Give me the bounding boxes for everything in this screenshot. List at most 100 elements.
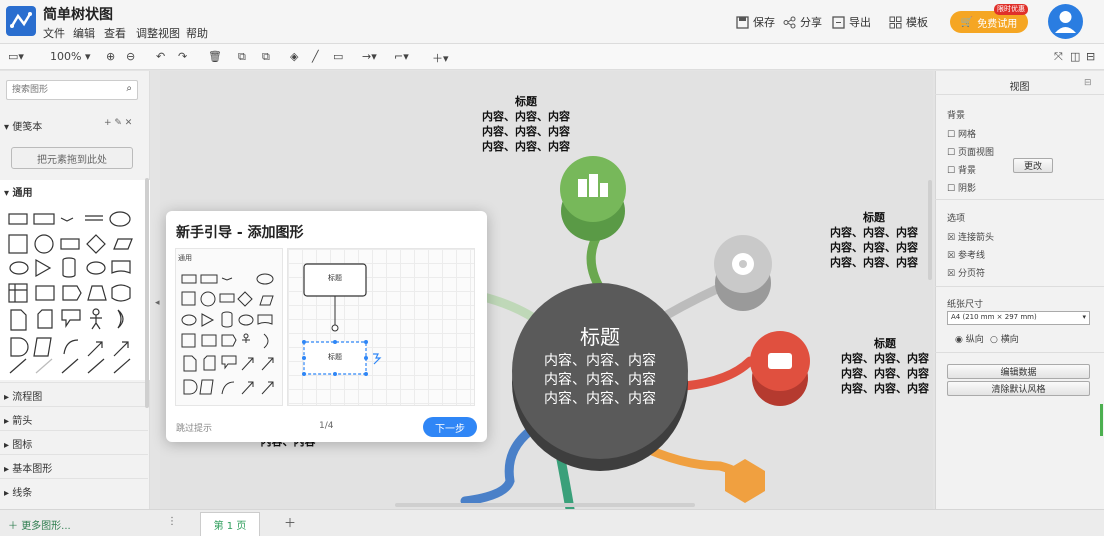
to-back-icon[interactable]: ⧉ <box>262 50 270 64</box>
option-label: 网格 <box>957 130 976 140</box>
topic-line: 内容、内容、内容 <box>482 140 570 153</box>
menu-edit[interactable]: 编辑 <box>73 25 95 41</box>
shadow-option[interactable]: ☐ 阴影 <box>947 181 976 194</box>
portrait-radio[interactable]: ◉ 纵向 <box>955 332 984 345</box>
format-panel-title: 视图 <box>1009 82 1030 93</box>
center-content-line: 内容、内容、内容 <box>544 353 656 369</box>
delete-icon[interactable]: 🗑 <box>208 50 222 63</box>
scratchpad-drop-zone[interactable]: 把元素拖到此处 <box>11 147 133 169</box>
category-icons[interactable]: ▸ 图标 <box>0 430 148 454</box>
save-button[interactable]: 保存 <box>736 14 775 30</box>
panel-toggle-icon[interactable]: ▭▾ <box>8 50 24 63</box>
export-icon <box>832 15 845 29</box>
templates-button[interactable]: 模板 <box>889 14 928 30</box>
center-content-line: 内容、内容、内容 <box>544 391 656 407</box>
section-options: 选项 <box>947 214 966 224</box>
category-label: 图标 <box>12 440 33 451</box>
page-break-option[interactable]: ☒ 分页符 <box>947 266 985 279</box>
redo-icon[interactable]: ↷ <box>178 50 187 63</box>
undo-icon[interactable]: ↶ <box>156 50 165 63</box>
zoom-value: 100% <box>50 50 82 63</box>
section-background: 背景 <box>947 111 966 121</box>
paper-size-select[interactable]: A4 (210 mm × 297 mm) ▾ <box>947 311 1090 325</box>
cart-icon: 🛒 <box>960 16 974 28</box>
zoom-in-icon[interactable]: ⊕ <box>106 50 115 63</box>
scratchpad-header[interactable]: ▾ 便笺本 <box>4 118 42 133</box>
connection-style-icon[interactable]: →▾ <box>362 50 377 63</box>
guides-option[interactable]: ☒ 参考线 <box>947 248 985 261</box>
change-background-button[interactable]: 更改 <box>1013 158 1053 173</box>
menu-adjust-view[interactable]: 调整视图 <box>136 25 180 41</box>
fullscreen-icon[interactable]: ⤧ <box>1054 50 1063 64</box>
topic-title: 标题 <box>515 95 537 108</box>
guide-next-button[interactable]: 下一步 <box>423 417 477 437</box>
demo-label-bottom: 标题 <box>328 353 342 361</box>
category-lines[interactable]: ▸ 线条 <box>0 478 148 502</box>
zoom-out-icon[interactable]: ⊖ <box>126 50 135 63</box>
fill-color-icon[interactable]: ◈ <box>290 50 298 63</box>
shape-search-input[interactable] <box>7 81 117 99</box>
option-label: 阴影 <box>957 184 976 194</box>
share-button[interactable]: 分享 <box>783 14 822 30</box>
page-tab-1[interactable]: 第 1 页 <box>200 512 260 536</box>
guide-skip[interactable]: 跳过提示 <box>176 421 212 434</box>
category-flowchart[interactable]: ▸ 流程图 <box>0 382 148 406</box>
general-header[interactable]: ▾ 通用 <box>4 184 33 199</box>
canvas-vertical-scrollbar[interactable] <box>928 180 932 280</box>
category-basic-shapes[interactable]: ▸ 基本图形 <box>0 454 148 478</box>
category-arrows[interactable]: ▸ 箭头 <box>0 406 148 430</box>
topic-line: 内容、内容、内容 <box>841 352 929 365</box>
divider <box>935 94 1104 95</box>
page-view-option[interactable]: ☐ 页面视图 <box>947 145 994 158</box>
shape-palette[interactable] <box>6 208 142 378</box>
left-panel-scrollbar[interactable] <box>145 178 149 408</box>
landscape-radio[interactable]: ○ 横向 <box>990 332 1019 345</box>
topic-top: 标题 内容、内容、内容 内容、内容、内容 内容、内容、内容 <box>474 94 578 154</box>
category-label: 箭头 <box>12 416 33 427</box>
pages-menu-icon[interactable]: ⋮ <box>167 516 177 527</box>
connect-arrows-option[interactable]: ☒ 连接箭头 <box>947 230 994 243</box>
app-logo[interactable] <box>6 6 36 36</box>
menu-file[interactable]: 文件 <box>43 25 65 41</box>
cursor-icon <box>373 353 382 365</box>
canvas-horizontal-scrollbar[interactable] <box>395 503 695 507</box>
paper-size-label: 纸张尺寸 <box>947 300 984 310</box>
line-color-icon[interactable]: ╱ <box>312 50 319 63</box>
collapse-panel-icon[interactable]: ⊟ <box>1086 50 1095 63</box>
toolbar <box>0 44 1104 70</box>
demo-connector-point <box>331 324 339 332</box>
grid-option[interactable]: ☐ 网格 <box>947 127 976 140</box>
export-button[interactable]: 导出 <box>832 14 871 30</box>
center-content: 内容、内容、内容 内容、内容、内容 内容、内容、内容 <box>526 352 674 409</box>
split-view-icon[interactable]: ◫ <box>1070 50 1080 63</box>
share-icon <box>783 16 796 28</box>
to-front-icon[interactable]: ⧉ <box>238 50 246 64</box>
guide-title: 新手引导 - 添加图形 <box>176 225 304 241</box>
insert-icon[interactable]: ＋▾ <box>432 50 449 66</box>
add-page-icon[interactable]: ＋ <box>284 514 296 531</box>
zoom-select[interactable]: 100% ▾ <box>50 50 90 63</box>
waypoints-icon[interactable]: ⌐▾ <box>394 50 409 63</box>
topic-right-lower: 标题 内容、内容、内容 内容、内容、内容 内容、内容、内容 <box>838 336 932 396</box>
shadow-icon[interactable]: ▭ <box>333 50 343 63</box>
clear-style-button[interactable]: 清除默认风格 <box>947 381 1090 396</box>
menu-view[interactable]: 查看 <box>104 25 126 41</box>
user-avatar[interactable] <box>1048 4 1083 39</box>
share-label: 分享 <box>800 16 822 29</box>
search-icon[interactable]: ⌕ <box>126 83 132 94</box>
option-label: 背景 <box>957 166 976 176</box>
option-label: 连接箭头 <box>957 233 994 243</box>
topic-title: 标题 <box>874 337 896 350</box>
bottom-bar <box>0 509 1104 536</box>
menu-help[interactable]: 帮助 <box>186 25 208 41</box>
scratchpad-tools-icon[interactable]: + ✎ ✕ <box>104 118 132 128</box>
more-shapes-link[interactable]: ＋ 更多图形... <box>8 517 71 532</box>
panel-close-icon[interactable]: ⊟ <box>1084 78 1092 88</box>
topic-line: 内容、内容、内容 <box>841 382 929 395</box>
edit-data-button[interactable]: 编辑数据 <box>947 364 1090 379</box>
background-option[interactable]: ☐ 背景 <box>947 163 976 176</box>
upgrade-label: 免费试用 <box>977 18 1018 30</box>
guide-mini-label: 通用 <box>178 254 192 262</box>
upgrade-badge: 限时优惠 <box>994 4 1028 15</box>
radio-label: 纵向 <box>965 335 984 345</box>
